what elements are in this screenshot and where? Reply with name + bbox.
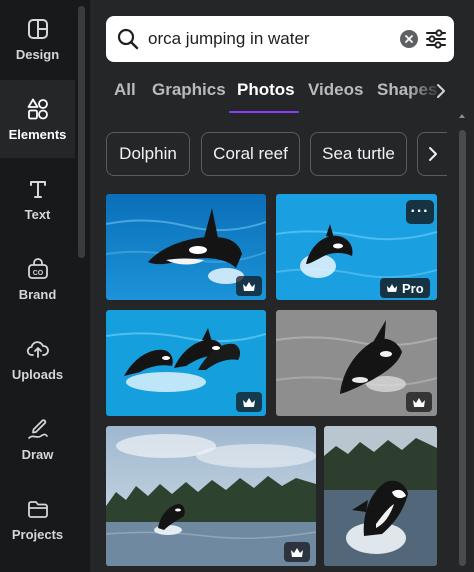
search-bar [106, 16, 454, 62]
rail-item-uploads[interactable]: Uploads [0, 320, 75, 398]
rail-item-projects[interactable]: Projects [0, 480, 75, 558]
pro-label: Pro [402, 280, 424, 296]
chip-sea-turtle[interactable]: Sea turtle [310, 132, 407, 176]
tab-photos[interactable]: Photos [237, 80, 295, 100]
design-icon [27, 18, 48, 39]
rail-item-text[interactable]: Text [0, 160, 75, 238]
chip-label: Sea turtle [322, 144, 395, 163]
clear-icon[interactable] [400, 30, 418, 48]
filter-icon[interactable] [424, 27, 448, 51]
result-image-3[interactable] [106, 310, 266, 416]
text-icon [29, 180, 46, 198]
elements-icon [27, 98, 48, 119]
rail-item-draw[interactable]: Draw [0, 400, 75, 478]
chevron-right-icon[interactable] [434, 82, 448, 100]
rail-label-uploads: Uploads [11, 366, 64, 382]
rail-item-elements[interactable]: Elements [0, 80, 75, 158]
more-label: ··· [410, 203, 430, 220]
rail-label-design: Design [15, 46, 60, 62]
crown-icon [386, 284, 398, 292]
scroll-up-arrow-icon[interactable] [459, 112, 465, 120]
pro-badge: Pro [380, 278, 430, 298]
draw-icon [27, 418, 48, 439]
rail-label-elements: Elements [8, 126, 67, 142]
result-image-5[interactable] [106, 426, 316, 566]
rail-label-draw: Draw [21, 446, 54, 462]
svg-text:CO: CO [32, 270, 43, 277]
premium-crown-icon [236, 276, 262, 296]
result-image-4[interactable] [276, 310, 437, 416]
brand-icon: CO [27, 257, 48, 279]
chevron-right-icon [429, 147, 437, 161]
panel-scrollbar[interactable] [457, 112, 467, 566]
scroll-thumb[interactable] [459, 130, 466, 566]
chip-label: Coral reef [213, 144, 288, 163]
search-input[interactable] [148, 26, 378, 52]
premium-crown-icon [284, 542, 310, 562]
projects-icon [27, 500, 48, 518]
premium-crown-icon [406, 392, 432, 412]
premium-crown-icon [236, 392, 262, 412]
tab-videos[interactable]: Videos [308, 80, 363, 100]
rail-label-brand: Brand [18, 286, 57, 302]
result-image-1[interactable] [106, 194, 266, 300]
search-icon[interactable] [117, 28, 139, 50]
result-image-2[interactable]: ··· Pro [276, 194, 437, 300]
chip-label: Dolphin [119, 144, 177, 163]
left-rail: Design Elements Text CO Brand Uploads Dr… [0, 0, 75, 572]
rail-label-text: Text [24, 206, 51, 222]
tab-all[interactable]: All [114, 80, 136, 100]
tabs-fade [408, 72, 458, 112]
active-tab-indicator [229, 111, 299, 113]
rail-scrollbar[interactable] [78, 6, 85, 258]
tab-graphics[interactable]: Graphics [152, 80, 226, 100]
chips-next-button[interactable] [417, 132, 447, 176]
elements-panel: All Graphics Photos Videos Shapes Dolphi… [90, 0, 474, 572]
uploads-icon [26, 340, 49, 358]
more-options-button[interactable]: ··· [406, 200, 434, 224]
result-image-6[interactable] [324, 426, 437, 566]
chip-dolphin[interactable]: Dolphin [106, 132, 190, 176]
rail-item-brand[interactable]: CO Brand [0, 240, 75, 318]
rail-item-design[interactable]: Design [0, 0, 75, 78]
suggestion-chips: Dolphin Coral reef Sea turtle [90, 130, 474, 178]
orca-photo [324, 426, 437, 566]
rail-label-projects: Projects [11, 526, 64, 542]
chip-coral-reef[interactable]: Coral reef [201, 132, 300, 176]
